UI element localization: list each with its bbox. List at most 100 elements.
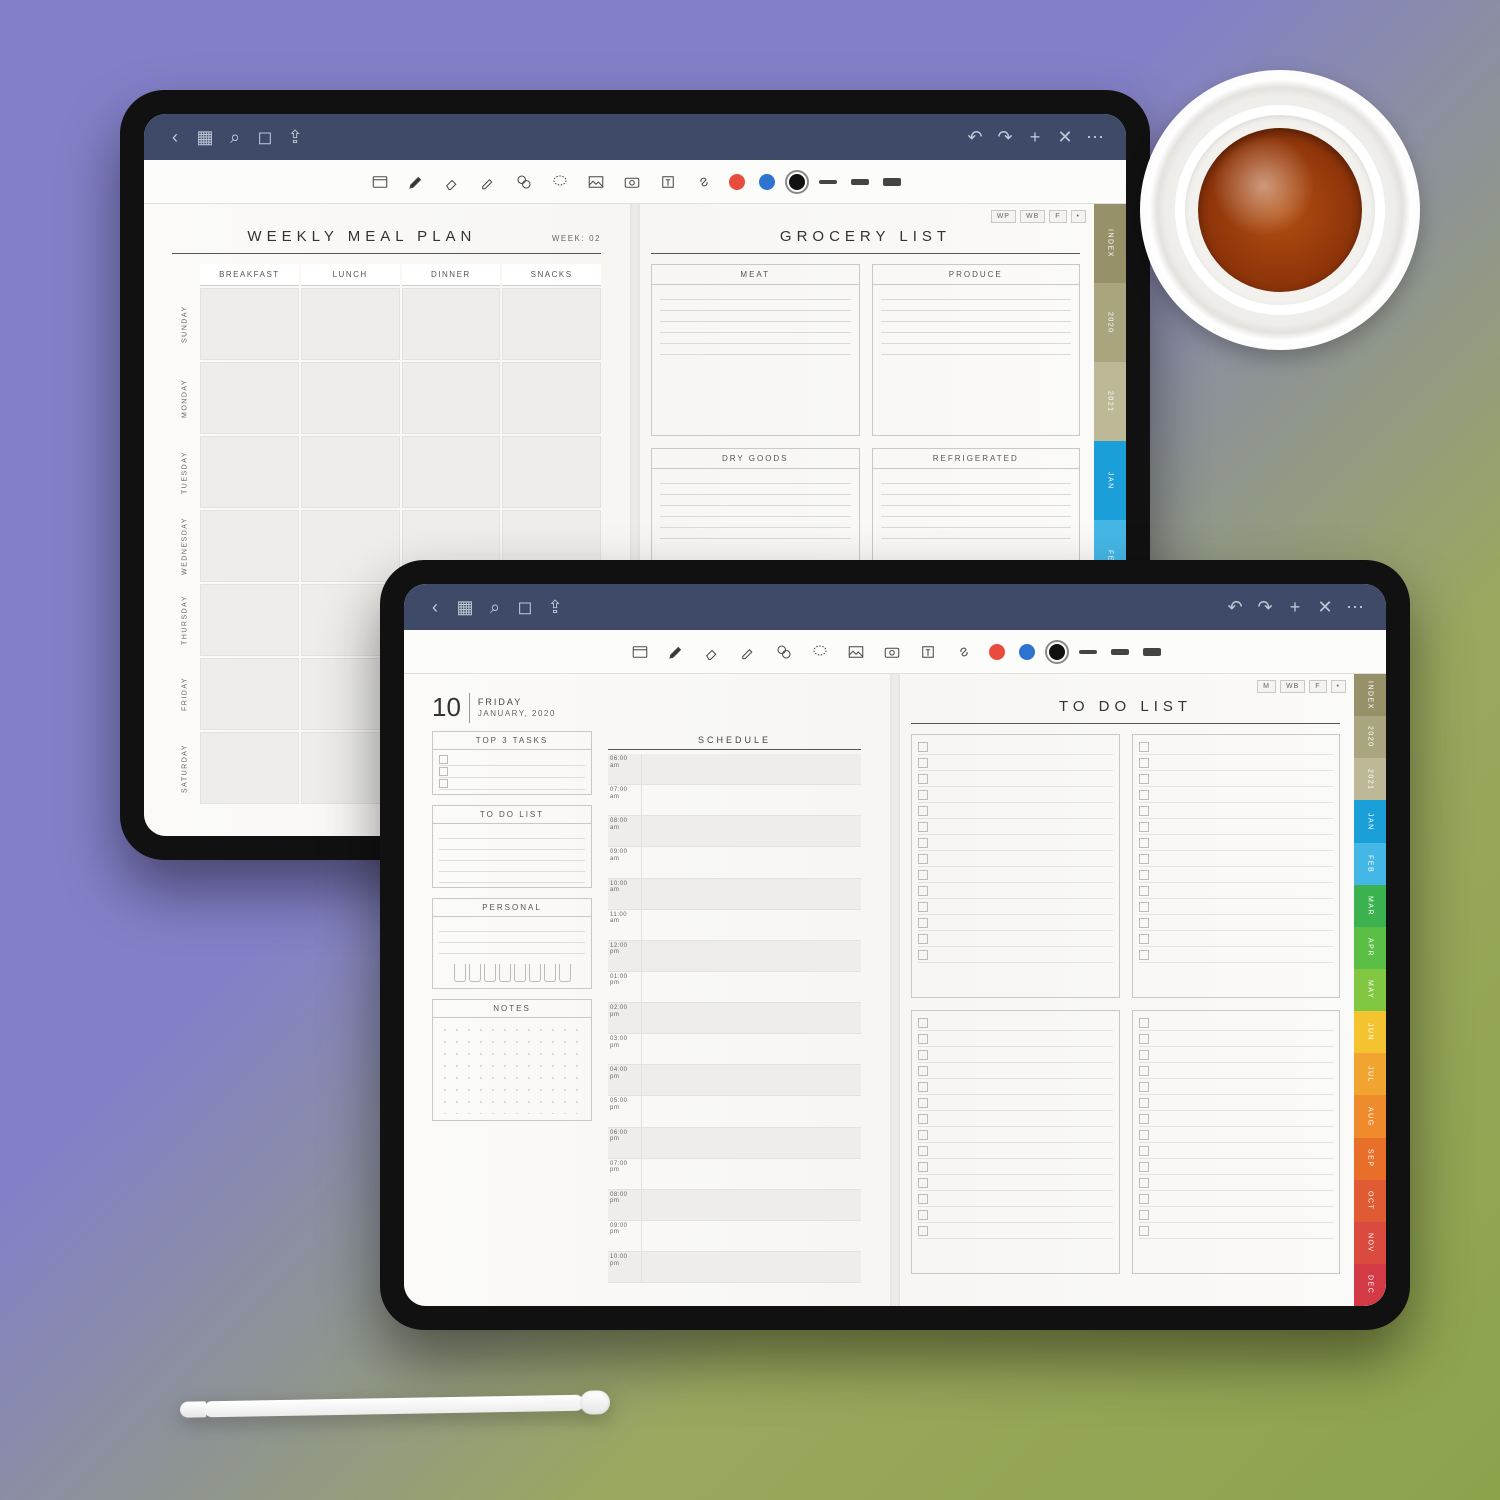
todo-row[interactable] [1139,851,1334,867]
grocery-box[interactable]: MEAT [651,264,860,436]
todo-row[interactable] [1139,1031,1334,1047]
stroke-thick[interactable] [883,178,901,186]
search-icon[interactable]: ⌕ [480,597,510,618]
eraser-icon[interactable] [701,641,723,663]
side-tab[interactable]: 2020 [1354,716,1386,758]
insert-icon[interactable] [629,641,651,663]
schedule-row[interactable]: 10:00am [608,879,861,910]
meal-cell[interactable] [200,584,299,656]
todo-row[interactable] [918,1159,1113,1175]
todo-row[interactable] [918,1207,1113,1223]
insert-icon[interactable] [369,171,391,193]
pen-icon[interactable] [405,171,427,193]
back-icon[interactable]: ‹ [160,127,190,148]
todo-box[interactable] [911,734,1120,998]
share-icon[interactable]: ⇪ [540,597,570,618]
lasso-icon[interactable] [549,171,571,193]
meal-cell[interactable] [402,288,501,360]
nav-chip[interactable]: • [1331,680,1346,693]
color-blue[interactable] [759,174,775,190]
meal-cell[interactable] [502,436,601,508]
todo-row[interactable] [1139,1223,1334,1239]
side-tab[interactable]: APR [1354,927,1386,969]
todo-row[interactable] [918,1143,1113,1159]
bookmark-icon[interactable]: ◻ [250,127,280,148]
color-red[interactable] [989,644,1005,660]
nav-chip[interactable]: F [1309,680,1326,693]
side-tab[interactable]: 2021 [1354,758,1386,800]
schedule-row[interactable]: 01:00pm [608,972,861,1003]
meal-cell[interactable] [200,510,299,582]
meal-cell[interactable] [402,362,501,434]
todo-row[interactable] [1139,915,1334,931]
side-tab[interactable]: JUN [1354,1011,1386,1053]
todo-row[interactable] [918,1127,1113,1143]
side-tab[interactable]: OCT [1354,1180,1386,1222]
todo-row[interactable] [1139,739,1334,755]
todo-row[interactable] [918,1111,1113,1127]
redo-icon[interactable]: ↷ [1250,597,1280,618]
nav-chip[interactable]: WB [1020,210,1045,223]
meal-cell[interactable] [502,288,601,360]
side-tab[interactable]: JUL [1354,1053,1386,1095]
nav-chip[interactable]: • [1071,210,1086,223]
schedule-row[interactable]: 09:00pm [608,1221,861,1252]
todo-row[interactable] [918,771,1113,787]
schedule-row[interactable]: 08:00pm [608,1190,861,1221]
todo-row[interactable] [918,1079,1113,1095]
todo-row[interactable] [1139,1063,1334,1079]
bookmark-icon[interactable]: ◻ [510,597,540,618]
todo-row[interactable] [918,819,1113,835]
schedule-row[interactable]: 11:00am [608,910,861,941]
todo-row[interactable] [1139,1127,1334,1143]
search-icon[interactable]: ⌕ [220,127,250,148]
lasso-icon[interactable] [809,641,831,663]
schedule-row[interactable]: 04:00pm [608,1065,861,1096]
schedule-row[interactable]: 12:00pm [608,941,861,972]
undo-icon[interactable]: ↶ [1220,597,1250,618]
image-icon[interactable] [845,641,867,663]
nav-chip[interactable]: F [1049,210,1066,223]
todo-box[interactable] [1132,1010,1341,1274]
side-tab[interactable]: INDEX [1094,204,1126,283]
side-tab[interactable]: NOV [1354,1222,1386,1264]
todo-row[interactable] [1139,819,1334,835]
todo-row[interactable] [918,1031,1113,1047]
todo-row[interactable] [918,1223,1113,1239]
meal-cell[interactable] [200,658,299,730]
text-icon[interactable] [657,171,679,193]
meal-cell[interactable] [402,436,501,508]
schedule-row[interactable]: 02:00pm [608,1003,861,1034]
stroke-thin[interactable] [819,180,837,184]
todo-row[interactable] [1139,755,1334,771]
color-blue[interactable] [1019,644,1035,660]
stroke-med[interactable] [851,179,869,185]
todo-row[interactable] [918,739,1113,755]
meal-cell[interactable] [200,436,299,508]
todo-row[interactable] [918,931,1113,947]
todo-row[interactable] [1139,835,1334,851]
todo-row[interactable] [918,835,1113,851]
back-icon[interactable]: ‹ [420,597,450,618]
todo-row[interactable] [1139,1159,1334,1175]
schedule-row[interactable]: 06:00pm [608,1128,861,1159]
close-icon[interactable]: ✕ [1050,127,1080,148]
meal-cell[interactable] [502,362,601,434]
todo-row[interactable] [1139,883,1334,899]
todo-row[interactable] [1139,1095,1334,1111]
todo-row[interactable] [918,1175,1113,1191]
panel-personal[interactable]: PERSONAL [432,898,592,989]
meal-cell[interactable] [301,436,400,508]
schedule-row[interactable]: 07:00pm [608,1159,861,1190]
side-tab[interactable]: DEC [1354,1264,1386,1306]
todo-row[interactable] [918,755,1113,771]
todo-row[interactable] [918,915,1113,931]
grid-icon[interactable]: ▦ [190,127,220,148]
pen-icon[interactable] [665,641,687,663]
todo-row[interactable] [1139,1207,1334,1223]
shapes-icon[interactable] [513,171,535,193]
schedule-row[interactable]: 03:00pm [608,1034,861,1065]
schedule-row[interactable]: 05:00pm [608,1096,861,1127]
share-icon[interactable]: ⇪ [280,127,310,148]
todo-row[interactable] [1139,1047,1334,1063]
